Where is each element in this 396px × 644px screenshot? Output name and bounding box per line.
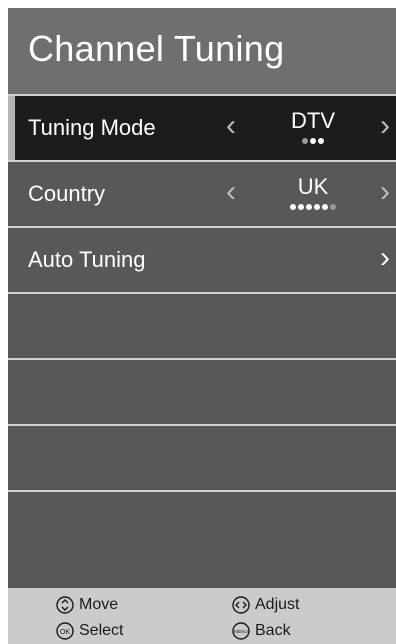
menu-icon-text: MENU xyxy=(234,629,248,634)
chevron-right-icon[interactable]: › xyxy=(380,106,390,146)
select-hint-label: Select xyxy=(79,622,124,639)
option-dot xyxy=(310,137,316,144)
move-hint-label: Move xyxy=(79,596,119,613)
country-value-text: UK xyxy=(297,174,329,199)
adjust-hint-label: Adjust xyxy=(255,596,300,613)
channel-tuning-menu: Channel Tuning Tuning Mode ‹ DTV › Count… xyxy=(8,8,396,644)
move-hint: Move xyxy=(56,596,118,614)
ok-icon: OK xyxy=(56,622,74,640)
tuning-mode-dots xyxy=(258,136,368,146)
menu-row-empty xyxy=(8,426,396,492)
chevron-left-icon[interactable]: ‹ xyxy=(226,106,236,146)
option-dot xyxy=(306,203,312,210)
country-value: UK xyxy=(258,174,368,212)
back-hint: MENU Back xyxy=(232,622,291,640)
chevron-right-icon[interactable]: › xyxy=(380,238,390,278)
option-dot xyxy=(298,203,304,210)
chevron-right-icon[interactable]: › xyxy=(380,172,390,212)
select-hint: OK Select xyxy=(56,622,123,640)
option-dot xyxy=(302,137,308,144)
menu-row-tuning-mode[interactable]: Tuning Mode ‹ DTV › xyxy=(8,96,396,162)
key-hints-footer: Move Adjust OK Select MENU Back xyxy=(8,588,396,644)
left-right-icon xyxy=(232,596,250,614)
option-dot xyxy=(318,137,324,144)
country-dots xyxy=(258,202,368,212)
option-dot xyxy=(330,203,336,210)
auto-tuning-label: Auto Tuning xyxy=(28,247,146,272)
up-down-icon xyxy=(56,596,74,614)
tuning-mode-label: Tuning Mode xyxy=(28,115,156,140)
menu-row-country[interactable]: Country ‹ UK › xyxy=(8,162,396,228)
menu-row-empty xyxy=(8,294,396,360)
menu-icon: MENU xyxy=(232,622,250,640)
page-title: Channel Tuning xyxy=(28,28,285,69)
back-hint-label: Back xyxy=(255,622,291,639)
tuning-mode-value: DTV xyxy=(258,108,368,146)
menu-row-auto-tuning[interactable]: Auto Tuning › xyxy=(8,228,396,294)
country-label: Country xyxy=(28,181,106,206)
option-dot xyxy=(322,203,328,210)
menu-row-empty xyxy=(8,492,396,588)
menu-row-empty xyxy=(8,360,396,426)
option-dot xyxy=(314,203,320,210)
title-bar: Channel Tuning xyxy=(8,8,396,96)
ok-icon-text: OK xyxy=(60,629,70,636)
option-dot xyxy=(290,203,296,210)
tuning-mode-value-text: DTV xyxy=(291,108,335,133)
adjust-hint: Adjust xyxy=(232,596,299,614)
chevron-left-icon[interactable]: ‹ xyxy=(226,172,236,212)
